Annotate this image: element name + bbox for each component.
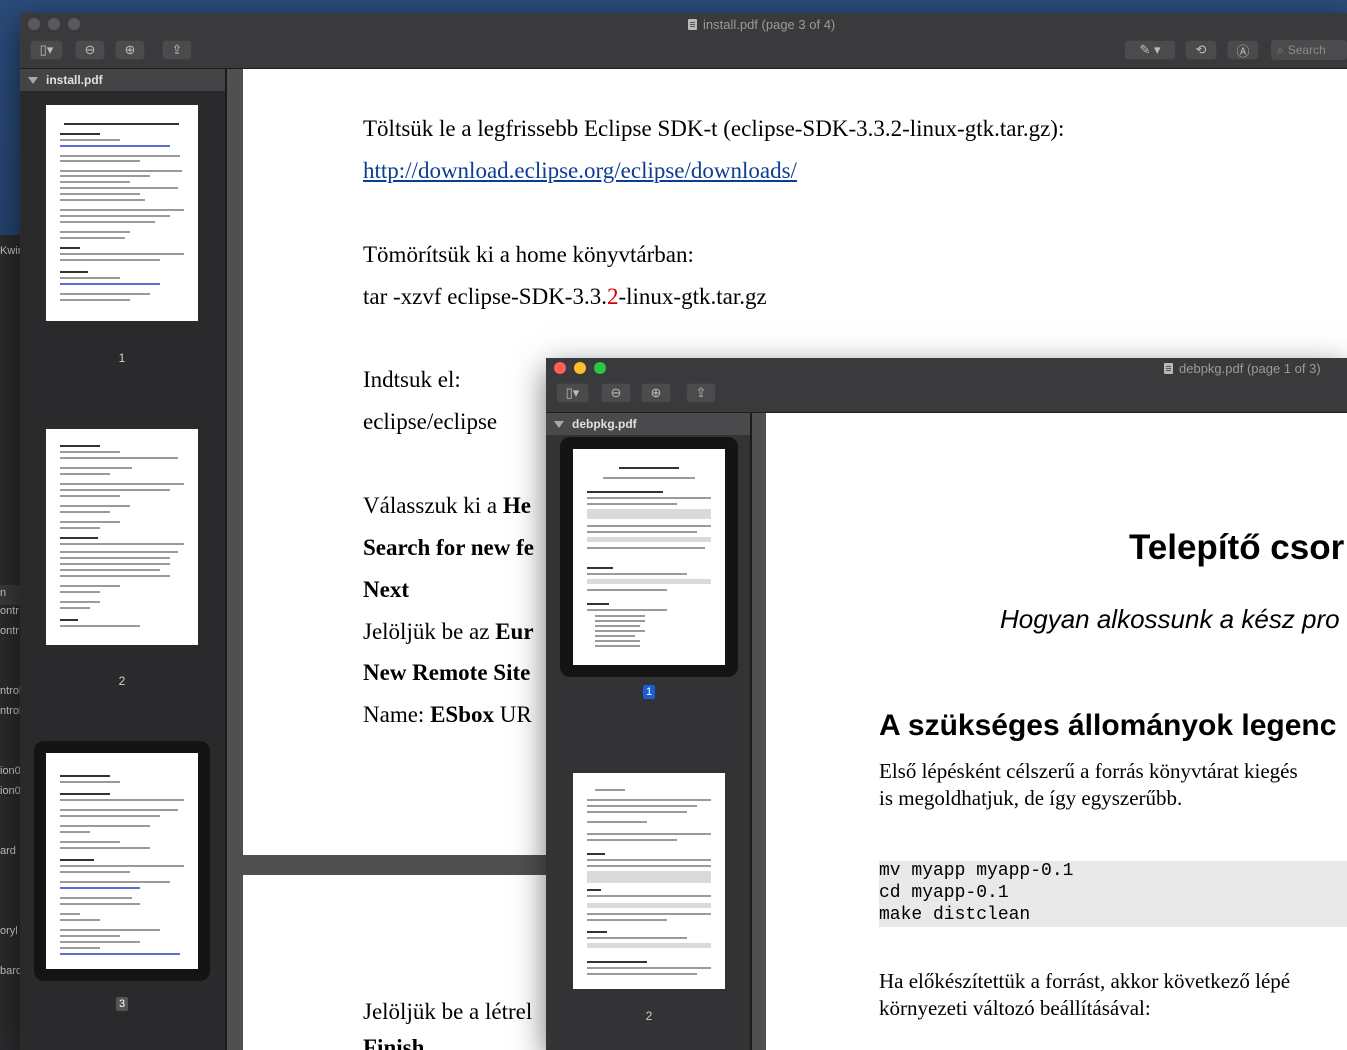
share-icon: ⇪	[171, 42, 183, 57]
install-sidebar-title: install.pdf	[46, 73, 103, 87]
zoom-in-button[interactable]: ⊕	[641, 383, 671, 403]
background-window-strip: Kwin n ontr ontr ntrol ntrol ion0 ion0 a…	[0, 235, 24, 1050]
pen-icon: ✎ ▾	[1139, 42, 1161, 57]
search-placeholder: Search	[1287, 43, 1326, 57]
zoom-button[interactable]	[68, 18, 80, 30]
install-window-controls	[28, 18, 80, 30]
markup-button[interactable]: ✎ ▾	[1124, 40, 1176, 60]
doc-line: Next	[363, 577, 409, 602]
code-block: mv myapp myapp-0.1 cd myapp-0.1 make dis…	[879, 861, 1347, 927]
doc-line: Tömörítsük ki a home könyvtárban:	[363, 242, 694, 267]
install-titlebar[interactable]: install.pdf (page 3 of 4) ▯▾ ⊖ ⊕ ⇪ ✎ ▾ ⟲…	[20, 13, 1347, 69]
bg-fragment: ard	[0, 845, 16, 857]
zoom-out-icon: ⊖	[610, 385, 622, 400]
pdf-document-icon	[1164, 363, 1173, 374]
thumbnail-page-number: 1	[118, 351, 126, 365]
debpkg-thumbnail-1[interactable]	[573, 449, 725, 665]
doc-line: Jelöljük be a létrel	[363, 999, 533, 1024]
install-window-title: install.pdf (page 3 of 4)	[688, 17, 835, 32]
minimize-button[interactable]	[574, 362, 586, 374]
thumbnail-page-number: 2	[118, 674, 126, 688]
close-button[interactable]	[554, 362, 566, 374]
doc-paragraph-line: is megoldhatjuk, de így egyszerűbb.	[879, 786, 1183, 810]
install-thumbnail-2[interactable]	[46, 429, 198, 645]
bg-fragment: ontr	[0, 605, 19, 617]
bg-fragment: ntrol	[0, 705, 22, 717]
search-icon: ⌕	[1277, 42, 1284, 57]
code-line: mv myapp myapp-0.1	[879, 861, 1074, 881]
thumbnail-page-number: 2	[645, 1009, 653, 1023]
install-thumbnail-1[interactable]	[46, 105, 198, 321]
doc-line: Válasszuk ki a He	[363, 493, 531, 518]
disclosure-triangle-icon[interactable]	[28, 76, 38, 84]
search-field[interactable]: ⌕ Search	[1271, 40, 1347, 60]
debpkg-titlebar[interactable]: debpkg.pdf (page 1 of 3) ▯▾ ⊖ ⊕ ⇪	[546, 358, 1347, 413]
code-line: make distclean	[879, 905, 1031, 925]
bg-fragment: n	[0, 587, 7, 599]
share-icon: ⇪	[695, 385, 707, 400]
rotate-icon: ⟲	[1195, 42, 1207, 57]
zoom-button[interactable]	[594, 362, 606, 374]
bg-fragment: ion0	[0, 785, 21, 797]
doc-title: Telepítő csor	[1129, 528, 1345, 567]
debpkg-page-1: Telepítő csor Hogyan alkossunk a kész pr…	[766, 413, 1347, 1050]
thumbnail-page-number-selected: 1	[643, 685, 655, 699]
sidebar-icon: ▯▾	[565, 385, 580, 400]
debpkg-preview-window: debpkg.pdf (page 1 of 3) ▯▾ ⊖ ⊕ ⇪ debpkg…	[546, 358, 1347, 1050]
eclipse-downloads-link[interactable]: http://download.eclipse.org/eclipse/down…	[363, 158, 797, 184]
debpkg-window-title: debpkg.pdf (page 1 of 3)	[1164, 361, 1321, 376]
debpkg-sidebar-title: debpkg.pdf	[572, 417, 637, 431]
close-button[interactable]	[28, 18, 40, 30]
bg-fragment: ntrol	[0, 685, 22, 697]
doc-line: Search for new fe	[363, 535, 534, 560]
code-line: cd myapp-0.1	[879, 883, 1009, 903]
zoom-out-button[interactable]: ⊖	[601, 383, 631, 403]
doc-line: Indtsuk el:	[363, 367, 461, 392]
zoom-in-icon: ⊕	[124, 42, 136, 57]
doc-line: Jelöljük be az Eur	[363, 619, 534, 644]
install-sidebar: install.pdf 1 2 3	[20, 69, 225, 1050]
sidebar-toggle-button[interactable]: ▯▾	[556, 383, 589, 403]
debpkg-title-text: debpkg.pdf (page 1 of 3)	[1179, 361, 1321, 376]
rotate-button[interactable]: ⟲	[1185, 40, 1217, 60]
zoom-out-button[interactable]: ⊖	[75, 40, 105, 60]
bg-fragment: oryl	[0, 925, 18, 937]
share-button[interactable]: ⇪	[162, 40, 192, 60]
sidebar-icon: ▯▾	[39, 42, 54, 57]
zoom-in-icon: ⊕	[650, 385, 662, 400]
debpkg-window-controls	[554, 362, 606, 374]
annotate-icon: Ⓐ	[1236, 43, 1250, 59]
doc-paragraph-line: Első lépésként célszerű a forrás könyvtá…	[879, 759, 1298, 783]
install-title-text: install.pdf (page 3 of 4)	[703, 17, 836, 32]
disclosure-triangle-icon[interactable]	[554, 420, 564, 428]
install-sidebar-header[interactable]: install.pdf	[20, 69, 225, 91]
doc-paragraph-line: környezeti változó beállításával:	[879, 996, 1151, 1020]
debpkg-content-area: Telepítő csor Hogyan alkossunk a kész pr…	[752, 413, 1347, 1050]
install-thumbnail-3[interactable]	[46, 753, 198, 969]
debpkg-sidebar-header[interactable]: debpkg.pdf	[546, 413, 750, 435]
doc-line: eclipse/eclipse	[363, 409, 498, 434]
doc-command-line: tar -xzvf eclipse-SDK-3.3.2-linux-gtk.ta…	[363, 284, 767, 309]
doc-line: Name: ESbox UR	[363, 702, 532, 727]
doc-line: New Remote Site	[363, 660, 531, 685]
annotate-button[interactable]: Ⓐ	[1227, 40, 1259, 60]
doc-subtitle: Hogyan alkossunk a kész pro	[1000, 604, 1340, 634]
doc-line: Töltsük le a legfrissebb Eclipse SDK-t (…	[363, 116, 1065, 141]
pdf-document-icon	[688, 19, 697, 30]
bg-fragment: ion0	[0, 765, 21, 777]
sidebar-toggle-button[interactable]: ▯▾	[30, 40, 63, 60]
bg-fragment: bard	[0, 965, 23, 977]
doc-paragraph-line: Ha előkészítettük a forrást, akkor követ…	[879, 969, 1291, 993]
doc-line: Finish	[363, 1035, 425, 1050]
zoom-out-icon: ⊖	[84, 42, 96, 57]
debpkg-thumbnail-2[interactable]	[573, 773, 725, 989]
share-button[interactable]: ⇪	[686, 383, 716, 403]
zoom-in-button[interactable]: ⊕	[115, 40, 145, 60]
bg-fragment: ontr	[0, 625, 19, 637]
minimize-button[interactable]	[48, 18, 60, 30]
doc-heading: A szükséges állományok legenc	[879, 709, 1337, 742]
thumbnail-page-number-selected: 3	[116, 997, 128, 1011]
debpkg-sidebar: debpkg.pdf 1 2	[546, 413, 750, 1050]
